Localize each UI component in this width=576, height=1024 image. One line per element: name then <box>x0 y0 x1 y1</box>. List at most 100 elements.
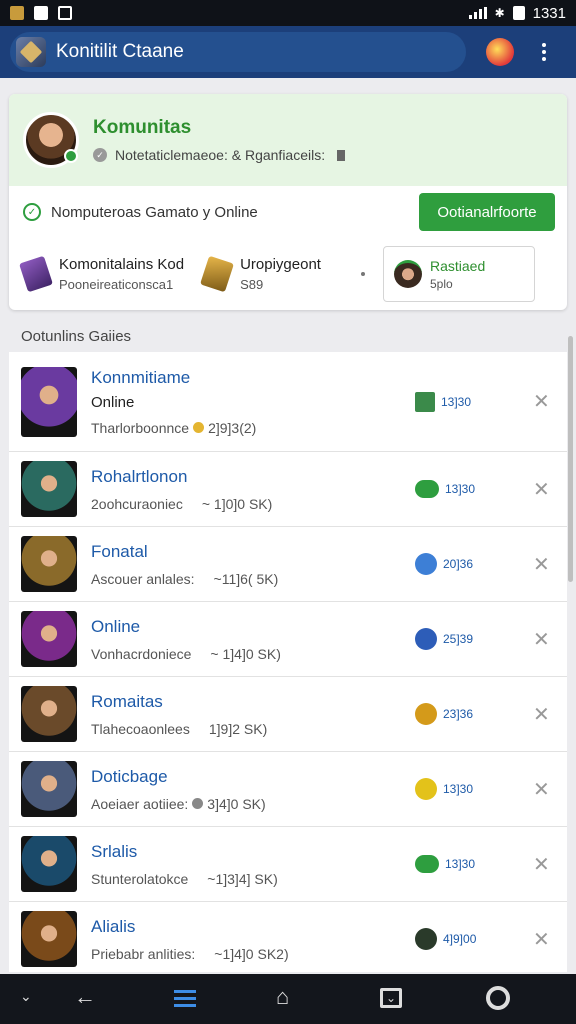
game-thumbnail <box>21 536 77 592</box>
bluetooth-icon: ✱ <box>494 6 505 20</box>
meta-icon <box>199 948 210 959</box>
profile-header: Komunitas ✓ Notetaticlemaeoe: & Rganfiac… <box>9 94 567 186</box>
game-badge: 13]30 <box>441 394 472 409</box>
game-badge: 20]36 <box>443 557 474 571</box>
document-icon <box>337 149 346 161</box>
avatar-icon <box>415 928 437 950</box>
gift-icon[interactable] <box>486 38 514 66</box>
app-notification-icon <box>10 6 24 20</box>
game-title[interactable]: Fonatal <box>91 542 391 562</box>
primary-action-button[interactable]: Ootianalrfoorte <box>419 193 555 231</box>
game-meta-value: ~ 1]4]0 SK) <box>210 645 281 662</box>
game-meta-value: 2]9]3(2) <box>208 419 257 436</box>
game-meta: Vonhacrdoniece <box>91 645 192 662</box>
game-thumbnail <box>21 461 77 517</box>
meta-icon <box>192 873 203 884</box>
recent-title: Rastiaed <box>429 257 486 274</box>
game-thumbnail <box>21 836 77 892</box>
trophy-icon <box>200 255 235 293</box>
game-thumbnail <box>21 611 77 667</box>
close-icon[interactable]: ✕ <box>533 852 550 877</box>
game-row[interactable]: Doticbage Aoeiaer aotiiee: 3]4]0 SK) 13]… <box>9 752 567 827</box>
close-icon[interactable]: ✕ <box>533 927 550 952</box>
profile-name: Komunitas <box>93 117 192 138</box>
chat-icon <box>415 480 439 498</box>
close-icon[interactable]: ✕ <box>533 389 550 414</box>
close-icon[interactable]: ✕ <box>533 477 550 502</box>
game-badge: 13]30 <box>443 782 474 796</box>
game-status: Online <box>91 393 135 411</box>
online-status: Nomputeroas Gamato y Online <box>51 203 258 221</box>
game-meta-value: ~1]4]0 SK2) <box>214 945 289 962</box>
close-icon[interactable]: ✕ <box>533 777 550 802</box>
app-title-pill[interactable]: Konitilit Ctaane <box>10 32 466 72</box>
game-meta: Tharlorboonnce <box>91 419 190 436</box>
app-logo-icon <box>16 37 46 67</box>
game-row[interactable]: Romaitas Tlahecoaonlees 1]9]2 SK) 23]36 … <box>9 677 567 752</box>
close-icon[interactable]: ✕ <box>533 552 550 577</box>
verified-icon: ✓ <box>93 148 107 162</box>
check-icon: ✓ <box>23 203 41 221</box>
game-title[interactable]: Romaitas <box>91 692 391 712</box>
close-icon[interactable]: ✕ <box>533 702 550 727</box>
game-title[interactable]: Doticbage <box>91 767 391 787</box>
game-meta-value: 1]9]2 SK) <box>208 720 268 737</box>
avatar[interactable] <box>23 112 79 168</box>
close-icon[interactable]: ✕ <box>533 627 550 652</box>
game-meta: Priebabr anlities: <box>91 945 196 962</box>
stat-subtitle: S89 <box>240 277 264 292</box>
image-icon <box>415 391 435 412</box>
game-row[interactable]: Fonatal Ascouer anlales: ~11]6( 5K) 20]3… <box>9 527 567 602</box>
app-bar: Konitilit Ctaane <box>0 26 576 78</box>
coin-icon <box>415 703 437 725</box>
game-badge: 13]30 <box>445 857 476 871</box>
game-meta: Ascouer anlales: <box>91 570 195 587</box>
stat-title: Komonitalains Kod <box>59 256 185 273</box>
game-title[interactable]: Srlalis <box>91 842 391 862</box>
menu-icon[interactable] <box>174 990 196 1007</box>
game-thumbnail <box>21 686 77 742</box>
game-title[interactable]: Alialis <box>91 917 391 937</box>
meta-icon <box>187 498 198 509</box>
game-thumbnail <box>21 366 77 437</box>
game-row[interactable]: Online Vonhacrdoniece ~ 1]4]0 SK) 25]39 … <box>9 602 567 677</box>
game-thumbnail <box>21 761 77 817</box>
games-list: Konnmitiame Online Tharlorboonnce 2]9]3(… <box>9 352 567 972</box>
game-row[interactable]: Srlalis Stunterolatokce ~1]3]4] SK) 13]3… <box>9 827 567 902</box>
signal-icon <box>468 7 487 19</box>
scrollbar[interactable] <box>568 336 573 582</box>
game-badge: 23]36 <box>443 707 474 721</box>
chevron-down-icon[interactable]: ⌄ <box>20 988 32 1005</box>
stat-group[interactable]: Uropiygeont S89 <box>200 255 321 293</box>
game-row[interactable]: Rohalrtlonon 2oohcuraoniec ~ 1]0]0 SK) 1… <box>9 452 567 527</box>
game-row[interactable]: Konnmitiame Online Tharlorboonnce 2]9]3(… <box>9 352 567 452</box>
online-indicator <box>64 149 78 163</box>
game-meta-value: 3]4]0 SK) <box>207 795 266 812</box>
stat-community[interactable]: Komonitalains Kod Pooneireaticonsca1 <box>19 255 185 293</box>
profile-stats: Komonitalains Kod Pooneireaticonsca1 Uro… <box>9 238 567 310</box>
game-row[interactable]: Alialis Priebabr anlities: ~1]4]0 SK2) 4… <box>9 902 567 972</box>
settings-icon[interactable] <box>486 986 510 1010</box>
meta-icon <box>195 648 206 659</box>
home-icon[interactable]: ⌂ <box>276 984 289 1010</box>
game-title[interactable]: Rohalrtlonon <box>91 467 391 487</box>
game-title[interactable]: Konnmitiame <box>91 368 391 388</box>
chat-icon <box>415 855 439 873</box>
back-icon[interactable]: ← <box>74 984 96 1010</box>
game-title[interactable]: Online <box>91 617 391 637</box>
battery-icon <box>512 6 525 20</box>
avatar-icon <box>415 628 437 650</box>
recent-subtitle: 5plo <box>429 276 453 291</box>
bottom-nav: ⌄ ← ⌂ ⌄ <box>0 974 576 1024</box>
inbox-icon[interactable]: ⌄ <box>380 988 402 1008</box>
game-meta-value: ~ 1]0]0 SK) <box>201 495 273 512</box>
game-meta: Stunterolatokce <box>91 870 189 887</box>
status-bar: ✱ 1331 <box>0 0 576 26</box>
meta-icon <box>199 573 210 584</box>
game-thumbnail <box>21 911 77 967</box>
recent-player-card[interactable]: Rastiaed 5plo <box>382 246 535 302</box>
stat-subtitle: Pooneireaticonsca1 <box>59 277 174 292</box>
meta-icon <box>192 798 204 809</box>
news-icon <box>58 6 72 20</box>
more-vertical-icon[interactable] <box>542 43 546 61</box>
